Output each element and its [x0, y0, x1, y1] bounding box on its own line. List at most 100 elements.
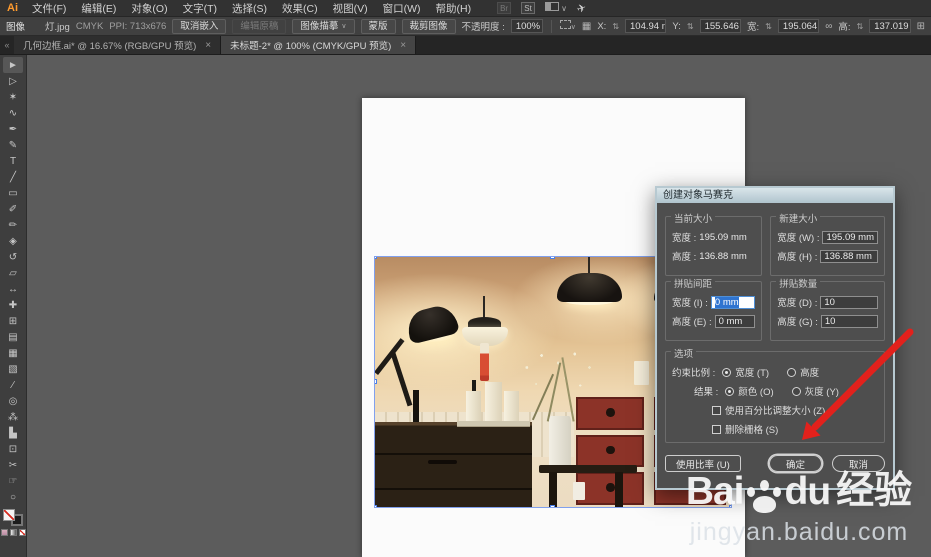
- direct-selection-tool[interactable]: ▷: [3, 73, 23, 89]
- menu-item-window[interactable]: 窗口(W): [383, 1, 421, 16]
- tab-close-icon[interactable]: ×: [205, 40, 211, 51]
- tile-spacing-height-input[interactable]: 0 mm: [714, 314, 756, 328]
- eyedropper-tool[interactable]: ∕: [3, 377, 23, 393]
- symbol-sprayer-tool[interactable]: ⁂: [3, 409, 23, 425]
- bridge-icon[interactable]: Br: [497, 2, 512, 14]
- stepper-icon[interactable]: ⇅: [687, 22, 694, 31]
- resize-percent-checkbox[interactable]: [712, 405, 721, 415]
- new-height-input[interactable]: 136.88 mm: [820, 249, 878, 263]
- shape-builder-tool[interactable]: ⊞: [3, 313, 23, 329]
- stepper-icon[interactable]: ⇅: [612, 22, 619, 31]
- selection-handle[interactable]: [375, 379, 377, 384]
- current-width-value: 195.09 mm: [699, 231, 747, 243]
- document-tab-doc1[interactable]: 几何边框.ai* @ 16.67% (RGB/GPU 预览) ×: [14, 36, 222, 54]
- share-icon[interactable]: ✈: [575, 0, 587, 15]
- menu-item-type[interactable]: 文字(T): [183, 1, 217, 16]
- new-width-input[interactable]: 195.09 mm: [822, 230, 878, 244]
- x-input[interactable]: 104.94 mm: [625, 19, 667, 33]
- stock-icon[interactable]: St: [521, 2, 536, 14]
- menu-item-select[interactable]: 选择(S): [232, 1, 267, 16]
- menubar-right: Br St ∨ ✈: [497, 0, 588, 16]
- fill-swatch[interactable]: [3, 509, 15, 521]
- result-color-radio[interactable]: [725, 386, 735, 396]
- gradient-tool[interactable]: ▧: [3, 361, 23, 377]
- none-button[interactable]: [18, 529, 26, 536]
- width-tool[interactable]: ↔: [3, 281, 23, 297]
- document-tab-doc2[interactable]: 未标题-2* @ 100% (CMYK/GPU 预览) ×: [221, 36, 417, 54]
- tab-close-icon[interactable]: ×: [400, 40, 406, 51]
- constrain-width-radio[interactable]: [722, 367, 732, 377]
- workspace-switcher-icon[interactable]: ∨: [545, 2, 567, 14]
- panel-collapse-icon[interactable]: «: [0, 36, 14, 54]
- crop-image-button[interactable]: 裁剪图像: [401, 18, 456, 34]
- delete-raster-checkbox[interactable]: [712, 424, 721, 434]
- bounding-box-options-icon[interactable]: ∨: [559, 20, 576, 32]
- blend-tool[interactable]: ◎: [3, 393, 23, 409]
- free-transform-tool[interactable]: ✚: [3, 297, 23, 313]
- context-label: 图像: [6, 22, 26, 33]
- mesh-tool[interactable]: ▦: [3, 345, 23, 361]
- y-input[interactable]: 155.646 mm: [699, 19, 741, 33]
- selection-handle[interactable]: [375, 257, 377, 259]
- menu-item-effect[interactable]: 效果(C): [282, 1, 318, 16]
- color-mode-buttons: [0, 529, 26, 536]
- scale-tool[interactable]: ▱: [3, 265, 23, 281]
- drawer-knob: [606, 483, 615, 492]
- canvas-area[interactable]: 创建对象马赛克 当前大小 宽度 :195.09 mm 高度 :136.88 mm…: [27, 55, 931, 557]
- pen-tool[interactable]: ✒: [3, 121, 23, 137]
- tile-count-width-input[interactable]: 10: [820, 295, 878, 309]
- selection-handle[interactable]: [550, 505, 555, 507]
- curvature-tool[interactable]: ✎: [3, 137, 23, 153]
- selection-handle[interactable]: [375, 505, 377, 507]
- menu-item-view[interactable]: 视图(V): [333, 1, 368, 16]
- price-tag: [572, 482, 586, 500]
- zoom-tool[interactable]: ○: [3, 489, 23, 505]
- paintbrush-tool[interactable]: ✐: [3, 201, 23, 217]
- selection-handle[interactable]: [550, 257, 555, 259]
- stepper-icon[interactable]: ⇅: [765, 22, 772, 31]
- type-tool[interactable]: T: [3, 153, 23, 169]
- transform-panel-icon[interactable]: ⊞: [917, 21, 925, 32]
- fill-stroke-controls[interactable]: [3, 509, 23, 526]
- document-tab-bar: « 几何边框.ai* @ 16.67% (RGB/GPU 预览) × 未标题-2* …: [0, 36, 931, 55]
- hand-tool[interactable]: ☞: [3, 473, 23, 489]
- selection-tool[interactable]: ►: [3, 57, 23, 73]
- magic-wand-tool[interactable]: ✶: [3, 89, 23, 105]
- width-input[interactable]: 195.064 mm: [777, 19, 820, 33]
- stepper-icon[interactable]: ⇅: [857, 22, 864, 31]
- graph-tool[interactable]: ▙: [3, 425, 23, 441]
- tools-panel: ► ▷ ✶ ∿ ✒ ✎ T ╱ ▭ ✐ ✏ ◈ ↺ ▱ ↔ ✚ ⊞ ▤ ▦ ▧ ∕ ◎ ⁂ ▙ ⊡ ✂ ☞ ○: [0, 55, 27, 557]
- slice-tool[interactable]: ✂: [3, 457, 23, 473]
- menu-item-help[interactable]: 帮助(H): [436, 1, 472, 16]
- result-gray-radio[interactable]: [791, 386, 801, 396]
- link-dimensions-icon[interactable]: ∞: [825, 21, 832, 32]
- color-button[interactable]: [0, 529, 8, 536]
- red-tube: [479, 343, 490, 381]
- menu-bar: Ai 文件(F) 编辑(E) 对象(O) 文字(T) 选择(S) 效果(C) 视图(V) 窗口…: [0, 0, 931, 17]
- mask-button[interactable]: 蒙版: [360, 18, 396, 34]
- height-input[interactable]: 137.019 mm: [869, 19, 911, 33]
- menu-item-edit[interactable]: 编辑(E): [81, 1, 116, 16]
- reference-point-grid-icon[interactable]: ▦: [582, 21, 591, 32]
- dialog-title[interactable]: 创建对象马赛克: [657, 188, 893, 203]
- opacity-field[interactable]: 100%›: [510, 19, 543, 33]
- shaper-tool[interactable]: ✏: [3, 217, 23, 233]
- rotate-tool[interactable]: ↺: [3, 249, 23, 265]
- watermark-domain: jingyan.baidu.com: [689, 518, 909, 546]
- lasso-tool[interactable]: ∿: [3, 105, 23, 121]
- tile-spacing-width-input[interactable]: 0 mm: [710, 295, 756, 309]
- artboard-tool[interactable]: ⊡: [3, 441, 23, 457]
- drawer-knob: [606, 408, 615, 417]
- line-tool[interactable]: ╱: [3, 169, 23, 185]
- perspective-grid-tool[interactable]: ▤: [3, 329, 23, 345]
- menu-item-file[interactable]: 文件(F): [32, 1, 66, 16]
- unembed-button[interactable]: 取消嵌入: [172, 18, 227, 34]
- rectangle-tool[interactable]: ▭: [3, 185, 23, 201]
- tile-count-height-input[interactable]: 10: [820, 314, 878, 328]
- eraser-tool[interactable]: ◈: [3, 233, 23, 249]
- constrain-height-radio[interactable]: [787, 367, 797, 377]
- menu-item-object[interactable]: 对象(O): [131, 1, 167, 16]
- height-label: 高度 (E) :: [672, 317, 712, 328]
- image-trace-button[interactable]: 图像描摹 ∨: [292, 18, 355, 34]
- gradient-button[interactable]: [9, 529, 17, 536]
